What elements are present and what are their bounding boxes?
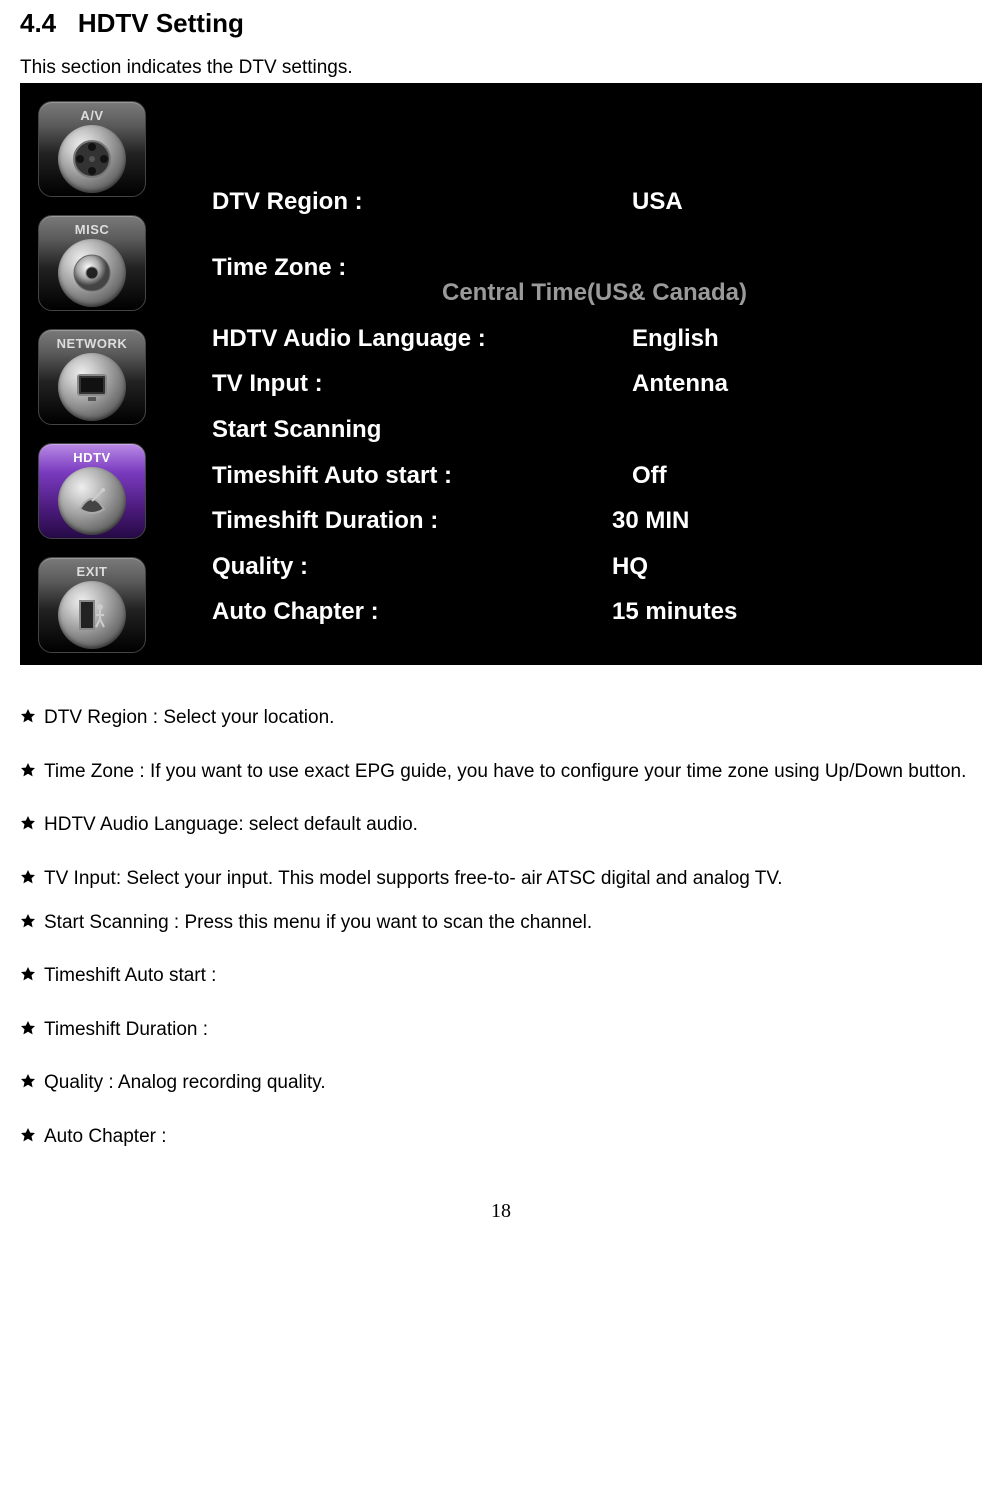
setting-label: Auto Chapter : [212,595,632,629]
setting-start-scanning[interactable]: Start Scanning [212,413,942,447]
sidebar-item-exit[interactable]: EXIT [38,557,146,653]
section-intro: This section indicates the DTV settings. [20,57,982,79]
setting-value: HQ [612,550,942,584]
desc-auto-chapter: Auto Chapter : [20,1124,982,1150]
section-heading: 4.4 HDTV Setting [20,8,982,39]
bullet-icon [20,762,36,778]
desc-dtv-region: DTV Region : Select your location. [20,705,982,731]
setting-label: HDTV Audio Language : [212,322,632,356]
setting-label: Quality : [212,550,632,584]
description-list: DTV Region : Select your location. Time … [20,705,982,1150]
setting-timeshift-duration[interactable]: Timeshift Duration : 30 MIN [212,504,942,538]
desc-text: DTV Region : Select your location. [44,705,334,731]
network-monitor-icon [58,353,126,421]
setting-timeshift-autostart[interactable]: Timeshift Auto start : Off [212,459,942,493]
setting-value [632,413,942,447]
setting-time-zone-value-row: Central Time(US& Canada) [212,276,942,310]
setting-auto-chapter[interactable]: Auto Chapter : 15 minutes [212,595,942,629]
bullet-icon [20,913,36,929]
setting-value: USA [632,185,942,219]
section-number: 4.4 [20,8,56,38]
setting-label: Timeshift Duration : [212,504,632,538]
desc-quality: Quality : Analog recording quality. [20,1070,982,1096]
bullet-icon [20,1020,36,1036]
setting-value: English [632,322,942,356]
desc-timeshift-dur: Timeshift Duration : [20,1017,982,1043]
bullet-icon [20,869,36,885]
setting-value: Central Time(US& Canada) [212,276,942,310]
bullet-icon [20,966,36,982]
sidebar-item-label: A/V [39,108,145,123]
desc-tv-input: TV Input: Select your input. This model … [20,866,982,892]
desc-time-zone: Time Zone : If you want to use exact EPG… [20,759,982,785]
setting-label: TV Input : [212,367,632,401]
exit-icon [58,581,126,649]
desc-start-scanning: Start Scanning : Press this menu if you … [20,910,982,936]
sidebar-item-network[interactable]: NETWORK [38,329,146,425]
setting-dtv-region[interactable]: DTV Region : USA [212,185,942,219]
setting-value: 15 minutes [612,595,942,629]
sidebar-item-hdtv[interactable]: HDTV [38,443,146,539]
sidebar-item-label: MISC [39,222,145,237]
sidebar-item-label: HDTV [39,450,145,465]
bullet-icon [20,1127,36,1143]
setting-audio-language[interactable]: HDTV Audio Language : English [212,322,942,356]
bullet-icon [20,815,36,831]
desc-text: Time Zone : If you want to use exact EPG… [44,759,966,785]
setting-label: Start Scanning [212,413,632,447]
setting-value: Off [632,459,942,493]
film-reel-icon [58,125,126,193]
desc-text: Start Scanning : Press this menu if you … [44,910,592,936]
desc-text: Auto Chapter : [44,1124,167,1150]
desc-audio-lang: HDTV Audio Language: select default audi… [20,812,982,838]
settings-sidebar: A/V MISC [38,101,146,653]
setting-label: DTV Region : [212,185,632,219]
page-number: 18 [20,1200,982,1223]
gear-disc-icon [58,239,126,307]
desc-text: Quality : Analog recording quality. [44,1070,326,1096]
desc-text: TV Input: Select your input. This model … [44,866,783,892]
desc-text: Timeshift Auto start : [44,963,216,989]
sidebar-item-label: EXIT [39,564,145,579]
bullet-icon [20,708,36,724]
desc-text: Timeshift Duration : [44,1017,208,1043]
settings-panel: DTV Region : USA Time Zone : Central Tim… [212,173,942,641]
setting-value: Antenna [632,367,942,401]
bullet-icon [20,1073,36,1089]
desc-text: HDTV Audio Language: select default audi… [44,812,418,838]
sidebar-item-label: NETWORK [39,336,145,351]
setting-label: Timeshift Auto start : [212,459,632,493]
sidebar-item-misc[interactable]: MISC [38,215,146,311]
sidebar-item-av[interactable]: A/V [38,101,146,197]
setting-quality[interactable]: Quality : HQ [212,550,942,584]
section-title-text: HDTV Setting [78,8,244,38]
settings-screenshot: A/V MISC [20,83,982,665]
setting-tv-input[interactable]: TV Input : Antenna [212,367,942,401]
desc-timeshift-auto: Timeshift Auto start : [20,963,982,989]
dish-antenna-icon [58,467,126,535]
setting-value: 30 MIN [612,504,942,538]
